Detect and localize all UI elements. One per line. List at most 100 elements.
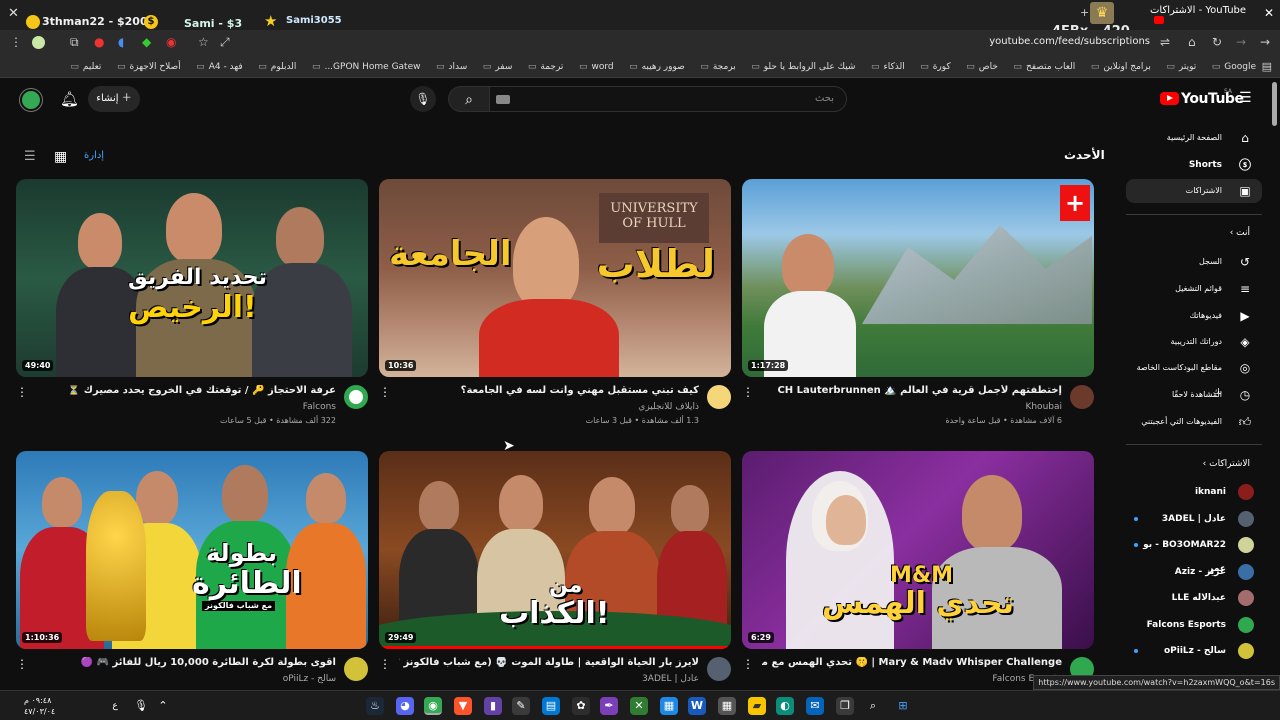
subscription-item[interactable]: عبدالاله LLE bbox=[1126, 586, 1262, 610]
more-options-icon[interactable]: ⋮ bbox=[16, 657, 28, 671]
sidebar-item-watch-later[interactable]: ◷ المشاهدة لاحقًا bbox=[1126, 383, 1262, 407]
bookmark[interactable]: سداد bbox=[436, 56, 468, 77]
bookmark[interactable]: شيك على الروابط يا حلو bbox=[751, 56, 856, 77]
avatar[interactable] bbox=[19, 88, 43, 112]
subscription-item[interactable]: iknani bbox=[1126, 480, 1262, 504]
video-title[interactable]: كيف تبني مستقبل مهني وانت لسه في الجامعة… bbox=[399, 385, 699, 396]
bookmark[interactable]: ترجمة bbox=[528, 56, 563, 77]
search-button[interactable]: ⌕ bbox=[448, 86, 490, 112]
search-input[interactable]: بحث bbox=[489, 86, 847, 112]
video-card[interactable]: UNIVERSITY OF HULL لطلاب الجامعة 10:36 كي… bbox=[379, 179, 731, 443]
extension-icon[interactable] bbox=[32, 36, 45, 49]
tune-icon[interactable]: ⇌ bbox=[1160, 35, 1170, 49]
reload-icon[interactable]: ↻ bbox=[1212, 35, 1222, 49]
new-tab-icon[interactable]: + bbox=[1080, 6, 1089, 19]
task-view-icon[interactable]: ❐ bbox=[836, 697, 854, 715]
menu-dots-icon[interactable]: ⋮ bbox=[10, 35, 22, 49]
tray-overflow-icon[interactable]: ⌃ bbox=[154, 697, 172, 715]
edge-icon[interactable]: ◐ bbox=[776, 697, 794, 715]
video-card[interactable]: تحديد الفريق الرخيص! 49:40 عرفة الاحتجاز… bbox=[16, 179, 368, 443]
back-icon[interactable]: → bbox=[1260, 35, 1270, 49]
more-options-icon[interactable]: ⋮ bbox=[16, 385, 28, 399]
video-thumbnail[interactable]: UNIVERSITY OF HULL لطلاب الجامعة 10:36 bbox=[379, 179, 731, 377]
twitch-icon[interactable]: ▮ bbox=[484, 697, 502, 715]
bookmark[interactable]: word bbox=[579, 56, 613, 77]
excel-icon[interactable]: ✕ bbox=[630, 697, 648, 715]
more-options-icon[interactable]: ⋮ bbox=[379, 385, 391, 399]
sidebar-item-subscriptions[interactable]: ▣ الاشتراكات bbox=[1126, 179, 1262, 203]
more-options-icon[interactable]: ⋮ bbox=[742, 385, 754, 399]
share-icon[interactable]: ⤢ bbox=[220, 35, 230, 50]
hamburger-menu-icon[interactable]: ☰ bbox=[1239, 90, 1252, 106]
bookmark[interactable]: Google bbox=[1212, 56, 1256, 77]
channel-name[interactable]: سالح - oPiiLz bbox=[283, 674, 336, 684]
sidebar-item-shorts[interactable]: ⓢ Shorts bbox=[1126, 153, 1262, 177]
sidebar-scrollbar[interactable] bbox=[1272, 82, 1277, 126]
steam-icon[interactable]: ♨ bbox=[366, 697, 384, 715]
video-title[interactable]: لايرز بار الحياة الواقعية | طاولة الموت … bbox=[399, 657, 699, 668]
bookmark[interactable]: برمجة bbox=[700, 56, 736, 77]
extension-green-icon[interactable]: ◆ bbox=[142, 35, 151, 49]
calculator-icon[interactable]: ▦ bbox=[718, 697, 736, 715]
bookmark[interactable]: فهد - A4 bbox=[196, 56, 243, 77]
sidebar-item-your-videos[interactable]: ▶ فيديوهاتك bbox=[1126, 304, 1262, 328]
sidebar-section-subscriptions[interactable]: الاشتراكات › bbox=[1126, 459, 1262, 469]
bookmark[interactable]: خاص bbox=[966, 56, 998, 77]
app-icon[interactable]: ✿ bbox=[572, 697, 590, 715]
chrome-icon[interactable]: ◉ bbox=[424, 697, 442, 715]
bookmark[interactable]: أصلاح الاجهزة bbox=[117, 56, 180, 77]
subscription-item[interactable]: BO3OMAR22 - بو عمر bbox=[1126, 533, 1262, 574]
more-options-icon[interactable]: ⋮ bbox=[742, 657, 754, 671]
create-button[interactable]: إنشاء ＋ bbox=[88, 86, 140, 112]
video-card[interactable]: + 1:17:28 إختطفتهم لأجمل قرية في العالم … bbox=[742, 179, 1094, 443]
video-title[interactable]: اقوى بطولة لكرة الطائرة 10,000 ريال للفا… bbox=[36, 657, 336, 668]
video-thumbnail[interactable]: تحديد الفريق الرخيص! 49:40 bbox=[16, 179, 368, 377]
url-field[interactable]: youtube.com/feed/subscriptions bbox=[989, 36, 1150, 47]
bookmark[interactable]: GPON Home Gatew... bbox=[312, 56, 420, 77]
discord-icon[interactable]: ◕ bbox=[396, 697, 414, 715]
video-card[interactable]: من الكذاب! 29:49 لايرز بار الحياة الواقع… bbox=[379, 451, 731, 715]
word-icon[interactable]: W bbox=[688, 697, 706, 715]
tab-youtube[interactable]: الاشتراكات - YouTube bbox=[1150, 5, 1258, 24]
video-thumbnail[interactable]: M&M تحدي الهمس 6:29 bbox=[742, 451, 1094, 649]
bookmark[interactable]: العاب متصفح bbox=[1013, 56, 1075, 77]
video-thumbnail[interactable]: بطولة الطائرة مع شباب فالكونز 1:10:36 bbox=[16, 451, 368, 649]
sidebar-item-podcasts[interactable]: ◎ مقاطع البودكاست الخاصة بك bbox=[1126, 356, 1262, 396]
video-thumbnail[interactable]: + 1:17:28 bbox=[742, 179, 1094, 377]
channel-avatar[interactable] bbox=[1070, 385, 1094, 409]
store-icon[interactable]: ▤ bbox=[542, 697, 560, 715]
channel-avatar[interactable] bbox=[707, 385, 731, 409]
system-clock[interactable]: ٠٩:٤٨ م ٤٧/٠٣/٠٤ bbox=[24, 695, 55, 717]
channel-avatar[interactable] bbox=[344, 385, 368, 409]
extension-red-icon[interactable]: ● bbox=[94, 35, 104, 49]
brave-icon[interactable]: ▼ bbox=[454, 697, 472, 715]
all-bookmarks-icon[interactable]: ▤ bbox=[1262, 60, 1272, 73]
windows-start-icon[interactable]: ⊞ bbox=[894, 697, 912, 715]
video-card[interactable]: بطولة الطائرة مع شباب فالكونز 1:10:36 اق… bbox=[16, 451, 368, 715]
app-icon[interactable]: ✎ bbox=[512, 697, 530, 715]
notifications-bell-icon[interactable]: 🔔︎ bbox=[60, 90, 79, 108]
subscription-item[interactable]: عزيز - Aziz bbox=[1126, 560, 1262, 584]
bookmark[interactable]: كورة bbox=[920, 56, 951, 77]
search-taskbar-icon[interactable]: ⌕ bbox=[864, 697, 882, 715]
keyboard-icon[interactable] bbox=[496, 95, 510, 104]
file-explorer-icon[interactable]: ▰ bbox=[748, 697, 766, 715]
sidebar-item-courses[interactable]: ◈ دوراتك التدريبية bbox=[1126, 330, 1262, 354]
channel-name[interactable]: Falcons bbox=[303, 402, 336, 412]
voice-search-mic-icon[interactable]: 🎙︎ bbox=[410, 86, 436, 112]
language-indicator-icon[interactable]: ع bbox=[106, 697, 124, 715]
app-icon[interactable]: ✒ bbox=[600, 697, 618, 715]
extension-puzzle-icon[interactable]: ⧉ bbox=[70, 35, 79, 50]
sidebar-section-you[interactable]: أنت › bbox=[1126, 228, 1262, 238]
forward-icon[interactable]: → bbox=[1236, 35, 1246, 49]
sidebar-item-playlists[interactable]: ≡ قوائم التشغيل bbox=[1126, 277, 1262, 301]
bookmark-star-icon[interactable]: ☆ bbox=[198, 35, 209, 49]
more-options-icon[interactable]: ⋮ bbox=[379, 657, 391, 671]
bookmark[interactable]: صوور رهيبه bbox=[629, 56, 685, 77]
outlook-icon[interactable]: ✉ bbox=[806, 697, 824, 715]
list-view-icon[interactable]: ☰ bbox=[24, 149, 36, 164]
bookmark[interactable]: الذكاء bbox=[871, 56, 904, 77]
extension-blue-icon[interactable]: ◖ bbox=[118, 35, 124, 49]
video-title[interactable]: إختطفتهم لأجمل قرية في العالم 🏔️ CH Laut… bbox=[762, 385, 1062, 396]
video-thumbnail[interactable]: من الكذاب! 29:49 bbox=[379, 451, 731, 649]
